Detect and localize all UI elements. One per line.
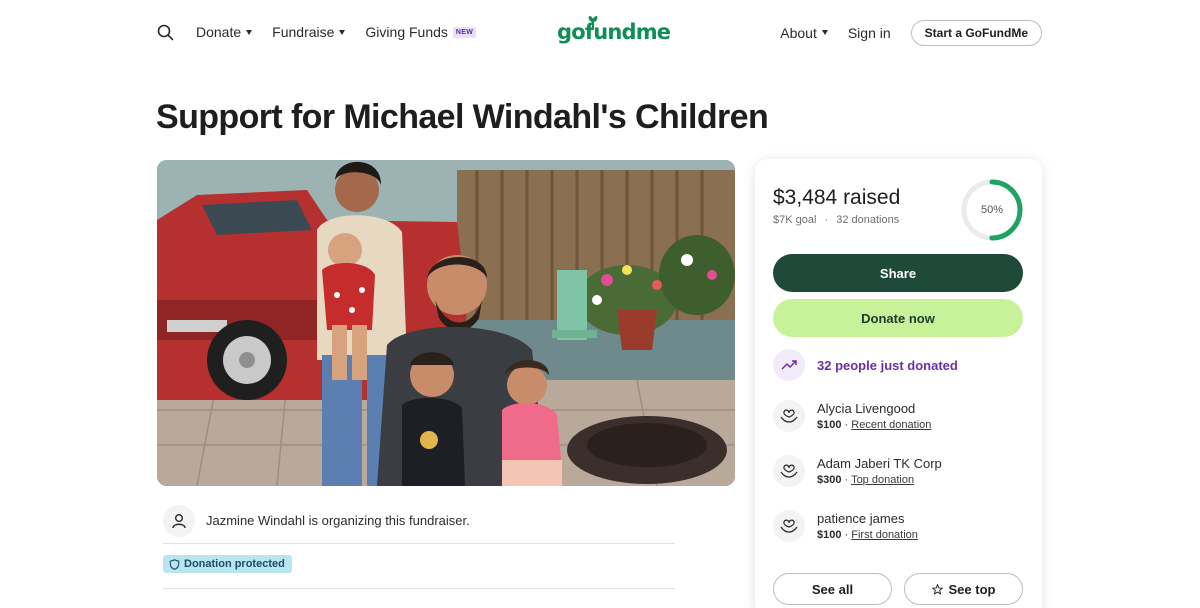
donor-amount: $100: [817, 529, 842, 541]
new-badge: NEW: [452, 26, 477, 38]
goal-separator: ·: [824, 214, 829, 226]
gofundme-logo[interactable]: gofundme: [557, 16, 671, 47]
donate-now-button[interactable]: Donate now: [773, 299, 1023, 337]
donor-name: Alycia Livengood: [817, 401, 916, 416]
nav-fundraise[interactable]: Fundraise: [272, 24, 346, 40]
recent-donations-banner: 32 people just donated: [773, 349, 958, 381]
donor-separator: ·: [841, 419, 852, 431]
shield-icon: [169, 558, 180, 570]
donor-item: Alycia Livengood $100 · Recent donation: [773, 400, 931, 432]
donor-separator: ·: [841, 529, 852, 541]
chevron-down-icon: [821, 30, 828, 35]
donor-meta: $100 · First donation: [817, 529, 918, 541]
protected-badge: Donation protected: [163, 555, 292, 573]
donor-tag[interactable]: First donation: [851, 529, 918, 541]
organizer-text: Jazmine Windahl is organizing this fundr…: [206, 513, 470, 528]
donor-meta: $100 · Recent donation: [817, 419, 931, 431]
heart-hands-icon: [773, 400, 805, 432]
fundraiser-photo[interactable]: [157, 160, 735, 486]
heart-hands-icon: [773, 510, 805, 542]
goal-and-count: $7K goal · 32 donations: [773, 214, 899, 226]
top-nav: Donate Fundraise Giving Funds NEW gofund…: [0, 0, 1200, 64]
donor-meta: $300 · Top donation: [817, 474, 942, 486]
start-gofundme-button[interactable]: Start a GoFundMe: [910, 19, 1042, 46]
goal-text: $7K goal: [773, 214, 817, 226]
logo-text: gofundme: [557, 20, 671, 44]
logo-sprout-icon: [588, 16, 598, 29]
organizer-row: Jazmine Windahl is organizing this fundr…: [163, 498, 675, 544]
divider: [163, 588, 675, 589]
recent-donations-text: 32 people just donated: [817, 357, 958, 373]
donor-amount: $300: [817, 474, 842, 486]
nav-sign-in-label: Sign in: [847, 24, 891, 41]
donor-amount: $100: [817, 419, 842, 431]
family-photo-illustration: [157, 160, 735, 486]
nav-about[interactable]: About: [780, 25, 828, 41]
donor-tag[interactable]: Recent donation: [851, 419, 931, 431]
progress-percent: 50%: [980, 204, 1004, 216]
search-icon[interactable]: [156, 23, 174, 41]
nav-about-label: About: [780, 24, 817, 41]
nav-left: Donate Fundraise Giving Funds NEW: [156, 20, 496, 44]
donor-name: Adam Jaberi TK Corp: [817, 456, 942, 471]
nav-donate[interactable]: Donate: [196, 24, 253, 40]
donor-item: Adam Jaberi TK Corp $300 · Top donation: [773, 455, 942, 487]
donation-count: 32 donations: [836, 214, 900, 226]
donor-item: patience james $100 · First donation: [773, 510, 918, 542]
see-all-button[interactable]: See all: [773, 573, 892, 605]
donor-name: patience james: [817, 511, 905, 526]
share-button[interactable]: Share: [773, 254, 1023, 292]
donation-card: $3,484 raised $7K goal · 32 donations 50…: [755, 159, 1042, 608]
nav-fundraise-label: Fundraise: [272, 24, 335, 40]
donor-tag[interactable]: Top donation: [851, 474, 914, 486]
chevron-down-icon: [246, 29, 253, 35]
nav-giving-funds-label: Giving Funds: [365, 24, 448, 40]
trending-up-icon: [773, 349, 805, 381]
chevron-down-icon: [339, 29, 346, 35]
star-icon: [931, 583, 943, 595]
user-icon: [163, 504, 195, 537]
nav-donate-label: Donate: [196, 24, 242, 40]
see-top-label: See top: [948, 581, 996, 597]
nav-giving-funds[interactable]: Giving Funds NEW: [365, 24, 477, 40]
donation-protected-badge[interactable]: Donation protected: [163, 555, 292, 575]
donor-separator: ·: [841, 474, 852, 486]
heart-hands-icon: [773, 455, 805, 487]
see-top-button[interactable]: See top: [904, 573, 1023, 605]
protected-label: Donation protected: [184, 558, 285, 570]
nav-sign-in[interactable]: Sign in: [848, 25, 891, 41]
amount-raised: $3,484 raised: [773, 186, 901, 209]
page-title: Support for Michael Windahl's Children: [156, 98, 769, 136]
nav-right: About Sign in Start a GoFundMe: [780, 19, 1042, 46]
